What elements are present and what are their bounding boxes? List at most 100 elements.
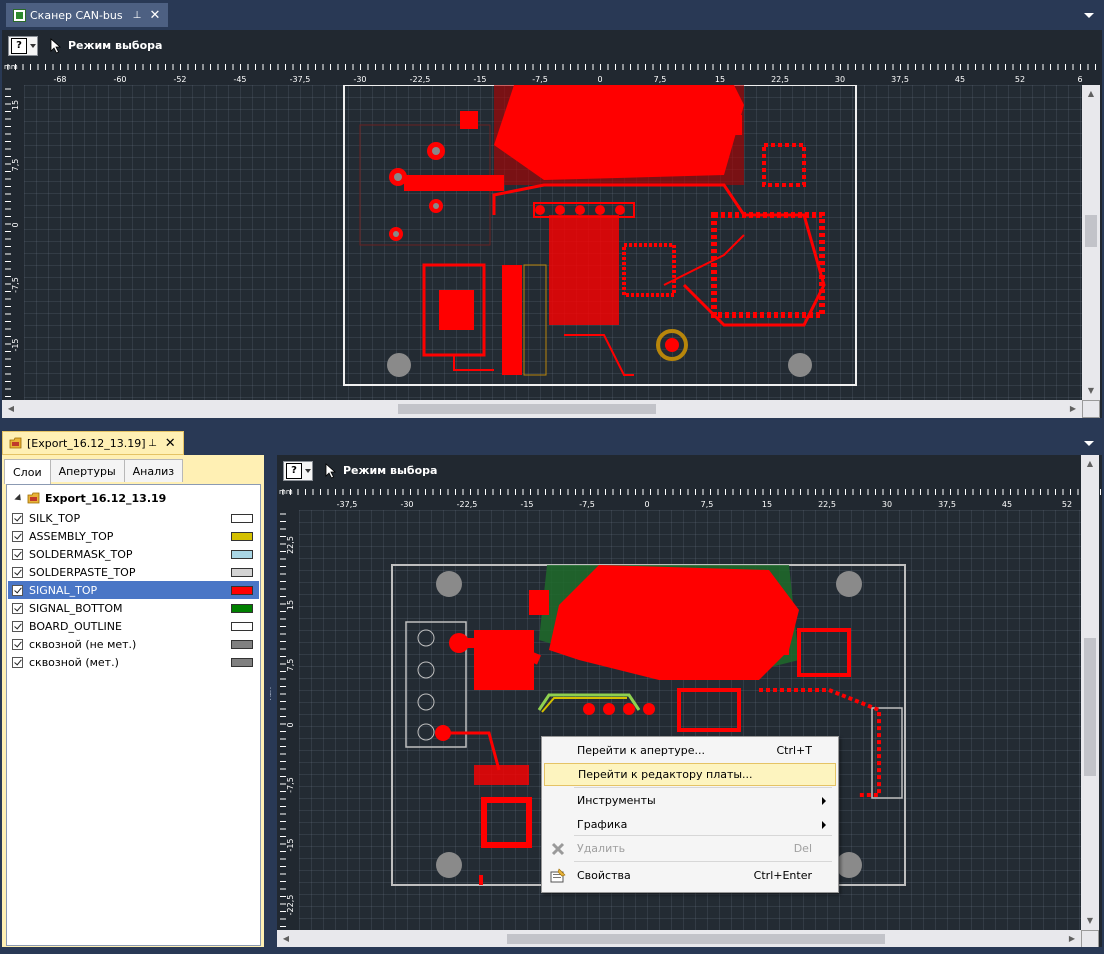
tab-apertures[interactable]: Апертуры: [49, 459, 125, 482]
layer-row-signal-top[interactable]: SIGNAL_TOP: [8, 581, 259, 599]
properties-icon: [550, 867, 566, 884]
tab-can-scanner[interactable]: Сканер CAN-bus ⊥ ✕: [6, 3, 168, 27]
ruler-tick-label: 7,5: [654, 75, 667, 84]
board-canvas[interactable]: [24, 85, 1082, 400]
close-icon[interactable]: ✕: [148, 8, 162, 23]
tab-label: Сканер CAN-bus: [30, 8, 123, 22]
chevron-down-icon[interactable]: [1084, 441, 1094, 446]
layer-color-swatch[interactable]: [231, 567, 253, 577]
layer-color-swatch[interactable]: [231, 657, 253, 667]
ruler-tick-label: 6: [1077, 75, 1082, 84]
ruler-tick-label: -52: [173, 75, 186, 84]
expand-triangle-icon[interactable]: [14, 493, 24, 503]
pin-icon[interactable]: ⊥: [130, 10, 144, 21]
horizontal-scroll-thumb[interactable]: [507, 934, 885, 944]
layer-visibility-checkbox[interactable]: [12, 530, 23, 542]
ruler-tick-label: 22,5: [286, 536, 295, 554]
splitter-grip-icon[interactable]: ⋮ ⋮: [266, 688, 275, 710]
tab-analysis[interactable]: Анализ: [123, 459, 184, 482]
menu-item-label: Перейти к редактору платы...: [578, 768, 753, 781]
layer-tree: Export_16.12_13.19 SILK_TOP ASSEMBLY_TOP S…: [6, 484, 261, 946]
help-button[interactable]: ?: [8, 35, 38, 56]
layer-visibility-checkbox[interactable]: [12, 638, 23, 650]
submenu-arrow-icon: [822, 820, 826, 829]
layer-visibility-checkbox[interactable]: [12, 512, 23, 524]
layer-row-silk-top[interactable]: SILK_TOP: [8, 509, 259, 527]
ruler-tick-label: 15: [715, 75, 725, 84]
layer-color-swatch[interactable]: [231, 603, 253, 613]
panel-tabs: Слои Апертуры Анализ: [4, 459, 184, 484]
layers-panel: Слои Апертуры Анализ Export_16.12_13.19 …: [2, 455, 264, 947]
vertical-scroll-thumb[interactable]: [1084, 638, 1096, 776]
layer-row-solderpaste-top[interactable]: SOLDERPASTE_TOP: [8, 563, 259, 581]
menu-item-properties[interactable]: Свойства Ctrl+Enter: [544, 864, 836, 887]
ruler-tick-label: -15: [520, 500, 533, 509]
horizontal-ruler: mm-37,5 -30 -22,5 -15 -7,5 0 7,5 15 22,5 30 37,5 45…: [277, 486, 1102, 510]
layer-name: SIGNAL_BOTTOM: [29, 601, 123, 615]
mode-label: Режим выбора: [68, 39, 163, 52]
scroll-right-icon[interactable]: ▶: [1063, 930, 1081, 947]
layer-name: SIGNAL_TOP: [29, 583, 98, 597]
ruler-tick-label: -22,5: [410, 75, 431, 84]
close-icon[interactable]: ✕: [163, 436, 177, 451]
layer-color-swatch[interactable]: [231, 639, 253, 649]
layer-visibility-checkbox[interactable]: [12, 548, 23, 560]
layer-visibility-checkbox[interactable]: [12, 656, 23, 668]
dropdown-arrow-icon: [305, 468, 311, 473]
layer-row-signal-bottom[interactable]: SIGNAL_BOTTOM: [8, 599, 259, 617]
horizontal-scroll-thumb[interactable]: [398, 404, 656, 414]
tree-root[interactable]: Export_16.12_13.19: [14, 491, 166, 505]
scroll-left-icon[interactable]: ◀: [2, 400, 20, 418]
tab-export[interactable]: [Export_16.12_13.19] ⊥ ✕: [2, 431, 184, 455]
chevron-down-icon[interactable]: [1084, 13, 1094, 18]
menu-item-goto-board-editor[interactable]: Перейти к редактору платы...: [544, 763, 836, 786]
menu-item-tools[interactable]: Инструменты: [544, 789, 836, 812]
menu-item-shortcut: Del: [793, 842, 812, 855]
menu-item-goto-aperture[interactable]: Перейти к апертуре... Ctrl+T: [544, 739, 836, 762]
menu-item-shortcut: Ctrl+T: [776, 744, 812, 757]
cursor-arrow-icon: [325, 462, 337, 479]
ruler-tick-label: 0: [11, 222, 20, 227]
layer-row-soldermask-top[interactable]: SOLDERMASK_TOP: [8, 545, 259, 563]
layer-row-assembly-top[interactable]: ASSEMBLY_TOP: [8, 527, 259, 545]
layer-visibility-checkbox[interactable]: [12, 566, 23, 578]
ruler-tick-label: -30: [353, 75, 366, 84]
pin-icon[interactable]: ⊥: [146, 438, 160, 449]
layer-color-swatch[interactable]: [231, 585, 253, 595]
layer-color-swatch[interactable]: [231, 513, 253, 523]
layer-row-through-hole-8[interactable]: сквозной (мет.): [8, 653, 259, 671]
layer-color-swatch[interactable]: [231, 531, 253, 541]
scroll-up-icon[interactable]: ▲: [1081, 455, 1099, 473]
scroll-down-icon[interactable]: ▼: [1081, 912, 1099, 930]
layer-row-board-outline[interactable]: BOARD_OUTLINE: [8, 617, 259, 635]
layer-visibility-checkbox[interactable]: [12, 602, 23, 614]
ruler-tick-label: 37,5: [891, 75, 909, 84]
scroll-up-icon[interactable]: ▲: [1082, 85, 1100, 103]
menu-item-label: Свойства: [577, 869, 631, 882]
scroll-down-icon[interactable]: ▼: [1082, 382, 1100, 400]
vertical-scrollbar[interactable]: ▲ ▼: [1082, 85, 1100, 400]
scroll-right-icon[interactable]: ▶: [1064, 400, 1082, 418]
menu-item-graphics[interactable]: Графика: [544, 813, 836, 836]
top-board-viewer: ? Режим выбора mm -68 -60 -52 -45 -37,5 -30 -22…: [2, 30, 1102, 418]
layer-name: SOLDERMASK_TOP: [29, 547, 133, 561]
layer-color-swatch[interactable]: [231, 549, 253, 559]
vertical-scrollbar[interactable]: ▲ ▼: [1081, 455, 1099, 930]
ruler-tick-label: 0: [597, 75, 602, 84]
horizontal-scrollbar[interactable]: ◀ ▶: [277, 930, 1081, 947]
layer-name: ASSEMBLY_TOP: [29, 529, 114, 543]
export-folder-icon: [9, 436, 23, 450]
ruler-tick-label: 15: [11, 100, 20, 110]
vertical-scroll-thumb[interactable]: [1085, 215, 1097, 247]
ruler-tick-label: -7,5: [11, 277, 20, 293]
ruler-tick-label: 37,5: [938, 500, 956, 509]
layer-name: BOARD_OUTLINE: [29, 619, 122, 633]
help-button[interactable]: ?: [283, 460, 313, 481]
tab-layers[interactable]: Слои: [4, 459, 51, 484]
layer-visibility-checkbox[interactable]: [12, 620, 23, 632]
layer-color-swatch[interactable]: [231, 621, 253, 631]
scroll-left-icon[interactable]: ◀: [277, 930, 295, 947]
horizontal-scrollbar[interactable]: ◀ ▶: [2, 400, 1082, 418]
layer-visibility-checkbox[interactable]: [12, 584, 23, 596]
layer-row-through-hole-7[interactable]: сквозной (не мет.): [8, 635, 259, 653]
